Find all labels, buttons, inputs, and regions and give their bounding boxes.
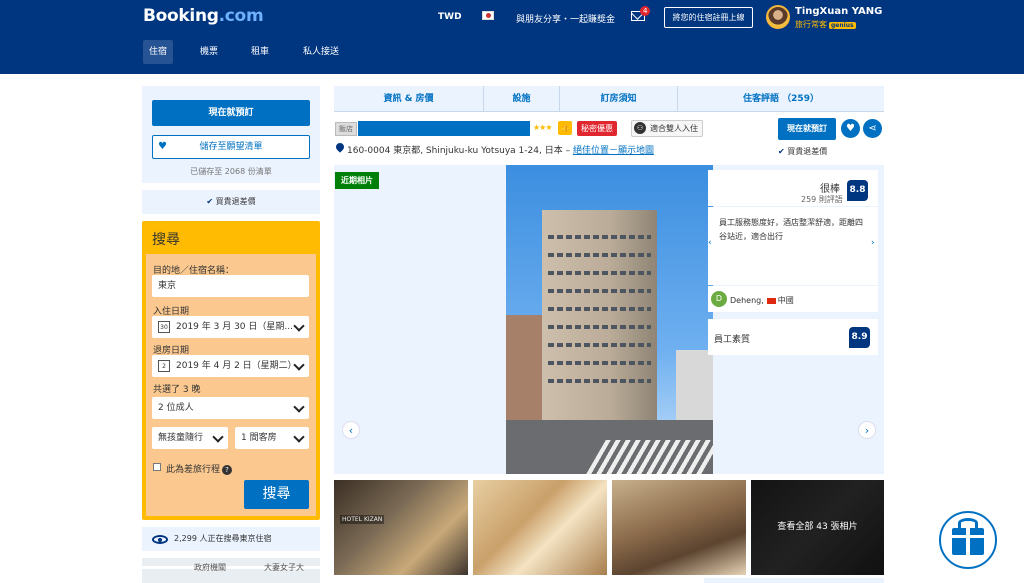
chevron-down-icon [293, 431, 305, 443]
heart-icon[interactable]: ♥ [841, 119, 860, 138]
user-name[interactable]: TingXuan YANG [795, 6, 882, 17]
reviewer-name: Deheng, 中國 [730, 296, 794, 305]
hotel-name [358, 121, 530, 136]
adults-select[interactable]: 2 位成人 [152, 397, 309, 419]
tab-facilities[interactable]: 設施 [484, 86, 560, 112]
hotel-address: 160-0004 東京都, Shinjuku-ku Yotsuya 1-24, … [347, 146, 654, 156]
eye-icon [152, 535, 168, 544]
neighbor-building [506, 315, 546, 425]
star-rating: ★★★ [533, 123, 552, 132]
reserve-button[interactable]: 現在就預訂 [778, 118, 836, 140]
review-next-icon[interactable]: › [871, 238, 875, 248]
user-status: 旅行常客 genius [795, 20, 856, 29]
saved-count: 已儲存至 2068 份清單 [190, 167, 272, 176]
secret-deal-badge[interactable]: 秘密優惠 [577, 121, 617, 136]
gift-bow [958, 518, 978, 528]
building-windows [548, 271, 651, 275]
review-count: 259 則評語 [801, 195, 843, 204]
search-button[interactable]: 搜尋 [244, 480, 309, 509]
building-windows [548, 235, 651, 239]
view-all-photos-link[interactable]: 查看全部 43 張相片 [751, 480, 884, 575]
map-label: 大妻女子大 [264, 563, 304, 572]
building-windows [548, 361, 651, 365]
shield-check-icon: ✔ [778, 147, 785, 156]
photo-thumbnail[interactable] [473, 480, 607, 575]
staff-score-badge: 8.9 [849, 327, 870, 348]
nav-flights[interactable]: 機票 [194, 40, 224, 64]
save-to-list-button[interactable]: 儲存至願望清單 [152, 135, 310, 159]
building-windows [548, 253, 651, 257]
refer-friend-link[interactable]: 與朋友分享・一起賺獎金 [516, 12, 615, 25]
help-icon[interactable]: ? [222, 465, 233, 475]
tab-info-prices[interactable]: 資訊 & 房價 [334, 86, 484, 112]
business-trip-checkbox[interactable] [153, 463, 161, 471]
currency-selector[interactable]: TWD [438, 12, 462, 22]
review-quote: 員工服務態度好，酒店整潔舒適，距離四谷站近，適合出行 [719, 218, 863, 241]
checkout-date-select[interactable]: 2 2019 年 4 月 2 日（星期二） [152, 355, 309, 377]
show-map-link[interactable]: 絕佳位置－顯示地圖 [573, 146, 654, 156]
children-select[interactable]: 無孩童隨行 [152, 427, 228, 449]
list-property-button[interactable]: 將您的住宿註冊上線 [664, 7, 753, 28]
nights-count: 共選了 3 晚 [153, 385, 201, 395]
map-label: 政府機關 [194, 563, 226, 572]
nav-car-rental[interactable]: 租車 [245, 40, 275, 64]
watchers-notice: 2,299 人正在搜尋東京住宿 [142, 527, 320, 551]
building-windows [548, 379, 651, 383]
hotel-tabs: 資訊 & 房價 設施 訂房須知 住客評語 （259） [334, 86, 884, 112]
map-thumbnail[interactable]: 政府機關 大妻女子大 [142, 558, 320, 583]
recent-photos-tag: 近期相片 [335, 172, 379, 189]
chevron-down-icon [293, 401, 305, 413]
staff-score-label: 員工素質 [714, 335, 751, 345]
calendar-icon: 30 [158, 320, 170, 333]
thumbs-up-icon: 👍 [558, 121, 572, 135]
share-icon[interactable]: ⋖ [863, 119, 882, 138]
chevron-down-icon [293, 320, 305, 332]
destination-input[interactable]: 東京 [152, 275, 309, 297]
user-avatar[interactable] [766, 5, 790, 29]
building-windows [548, 307, 651, 311]
rating-word: 很棒 [820, 184, 840, 195]
building-windows [548, 343, 651, 347]
booking-logo[interactable]: Booking.com [143, 6, 264, 26]
neighbor-building [676, 350, 713, 425]
book-now-button[interactable]: 現在就預訂 [152, 100, 310, 126]
business-trip-label: 此為差旅行程? [166, 462, 233, 475]
review-prev-icon[interactable]: ‹ [708, 238, 712, 248]
search-title: 搜尋 [152, 232, 180, 248]
hotel-sign: HOTEL KIZAN [340, 515, 385, 524]
shield-check-icon: ✔ [206, 197, 214, 206]
building-windows [548, 289, 651, 293]
rooms-select[interactable]: 1 間客房 [235, 427, 309, 449]
price-match-box[interactable]: ✔ 買貴退差價 [142, 190, 320, 214]
gallery-next-button[interactable]: › [858, 421, 876, 439]
chevron-down-icon [212, 431, 224, 443]
gallery-prev-button[interactable]: ‹ [342, 421, 360, 439]
language-flag-icon[interactable] [482, 11, 494, 20]
property-type-tag: 飯店 [335, 122, 357, 136]
tab-house-rules[interactable]: 訂房須知 [560, 86, 678, 112]
bottom-strip [704, 578, 884, 583]
main-hotel-photo[interactable] [506, 165, 713, 474]
review-score-badge: 8.8 [847, 180, 868, 201]
photo-thumbnail[interactable] [612, 480, 746, 575]
crosswalk [586, 440, 713, 474]
people-icon: ⚇ [634, 122, 646, 134]
heart-icon: ♥ [158, 141, 167, 152]
location-pin-icon [336, 143, 344, 154]
building-windows [548, 325, 651, 329]
genius-badge: genius [829, 22, 856, 29]
photo-thumbnail[interactable] [334, 480, 468, 575]
nav-airport-taxi[interactable]: 私人接送 [297, 40, 345, 64]
calendar-icon: 2 [158, 359, 170, 372]
china-flag-icon [766, 297, 776, 304]
reviewer-avatar: D [711, 291, 727, 307]
hotel-building [542, 210, 657, 425]
nav-stays[interactable]: 住宿 [143, 40, 174, 64]
tab-guest-reviews[interactable]: 住客評語 （259） [678, 86, 884, 112]
price-match-note: ✔ 買貴退差價 [778, 147, 828, 156]
checkin-date-select[interactable]: 30 2019 年 3 月 30 日（星期... [152, 316, 309, 338]
gift-icon [952, 528, 984, 555]
